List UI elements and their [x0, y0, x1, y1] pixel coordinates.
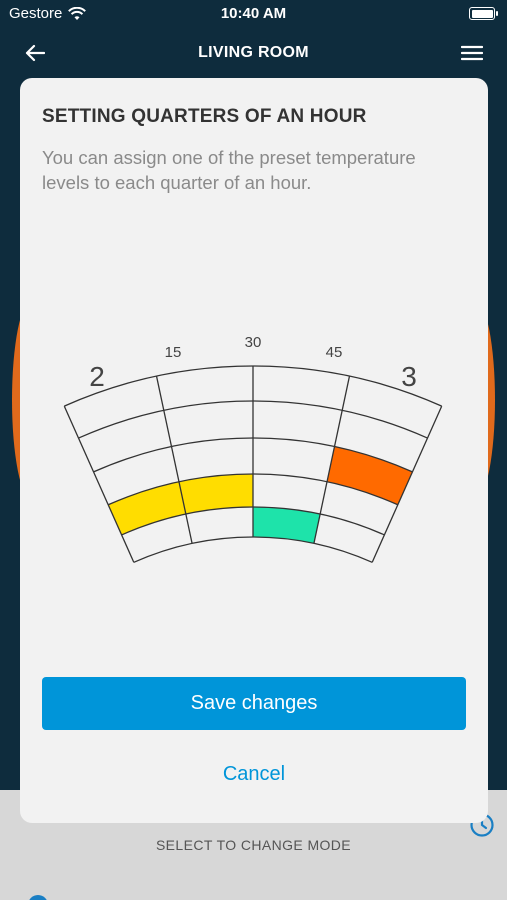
battery-icon: [469, 7, 498, 20]
status-time: 10:40 AM: [220, 5, 287, 22]
hour-start-label: 2: [89, 361, 105, 392]
menu-button[interactable]: [457, 38, 487, 68]
nav-bar: LIVING ROOM: [0, 30, 507, 76]
save-changes-button[interactable]: Save changes: [42, 677, 466, 730]
hamburger-icon: [461, 45, 483, 61]
quarter-0-empty-cell[interactable]: [79, 410, 172, 472]
minute-label-15: 15: [165, 344, 182, 361]
mode-select-label[interactable]: SELECT TO CHANGE MODE: [0, 837, 507, 853]
hour-end-label: 3: [401, 361, 417, 392]
cancel-button[interactable]: Cancel: [20, 763, 488, 786]
page-title: LIVING ROOM: [198, 44, 309, 61]
mode-indicator-dot: [28, 895, 48, 900]
minute-label-30: 30: [245, 334, 262, 351]
minute-label-45: 45: [326, 344, 343, 361]
status-bar: Gestore 10:40 AM: [0, 0, 507, 28]
quarters-modal: SETTING QUARTERS OF AN HOUR You can assi…: [20, 78, 488, 823]
dial-ring-line-5: [133, 536, 373, 563]
